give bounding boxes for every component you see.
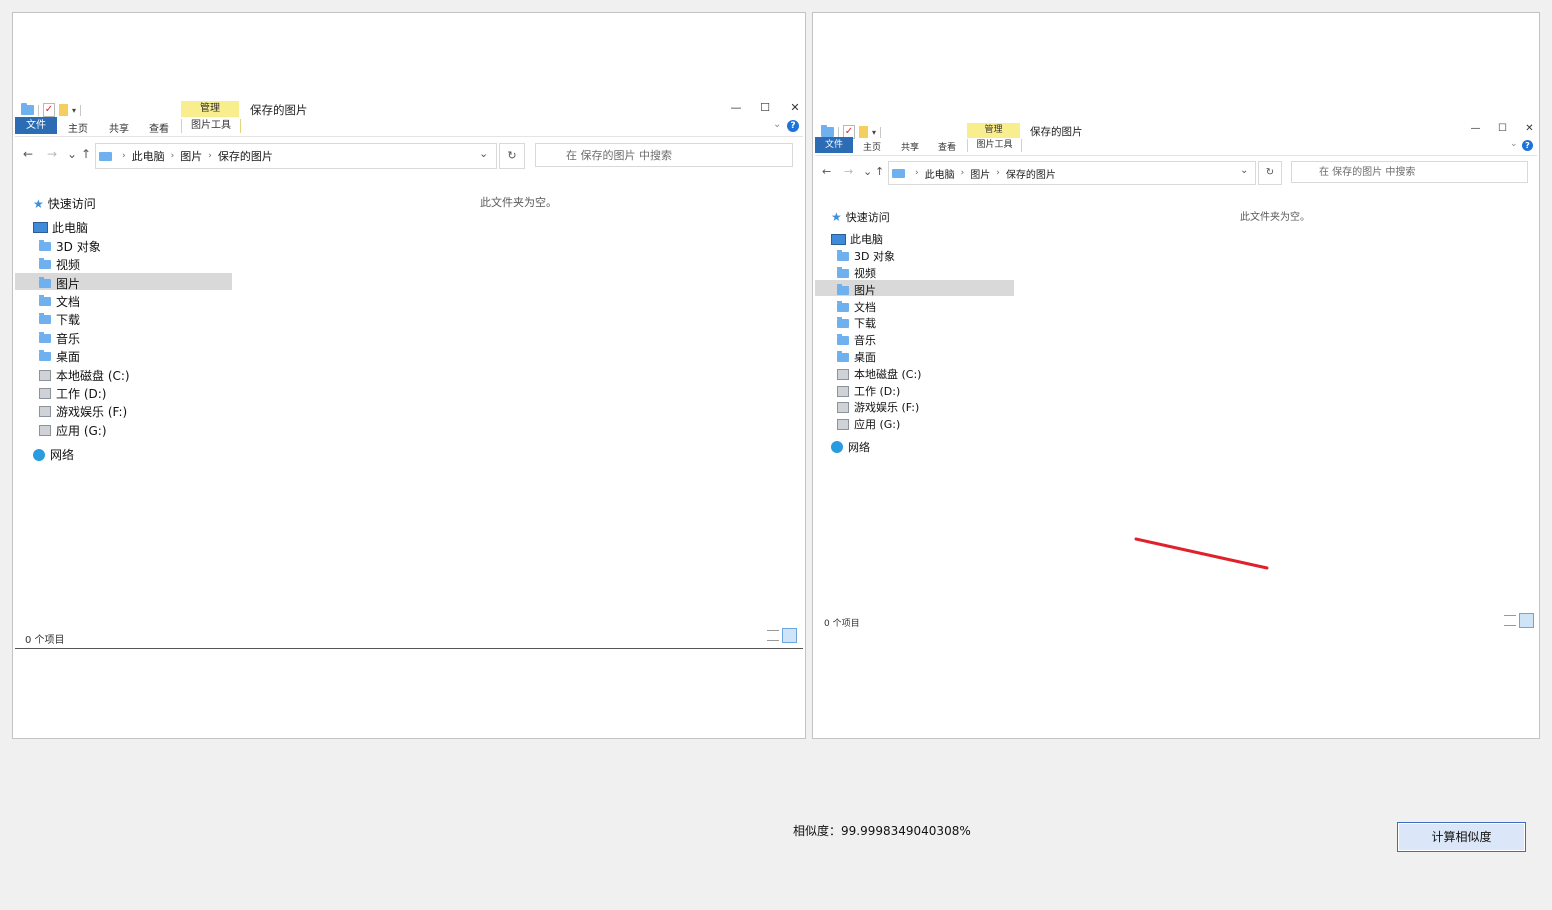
ribbon-context-label: 图片工具 bbox=[181, 119, 241, 133]
drive-icon bbox=[39, 425, 51, 436]
tree-item-label: 游戏娱乐 (F:) bbox=[56, 405, 128, 419]
quick-access-star-icon: ★ bbox=[33, 196, 44, 211]
folder-icon bbox=[39, 332, 51, 343]
tree-folder-item[interactable]: 3D 对象 bbox=[39, 238, 101, 255]
view-toggle bbox=[767, 628, 797, 643]
left-image-panel: ✓ ▾ 管理 图片工具 保存的图片 — ☐ ✕ 文件 主页 共享 查看 ⌄? ← → ⌄ ↑ › 此电脑 › 图片 › 保存… bbox=[12, 12, 806, 739]
tab-home[interactable]: 主页 bbox=[68, 120, 88, 135]
breadcrumb-item[interactable]: 保存的图片 bbox=[218, 148, 273, 164]
tree-item-label: 图片 bbox=[56, 277, 81, 291]
drive-icon bbox=[39, 388, 51, 399]
folder-icon bbox=[39, 258, 51, 269]
screen-root: { "windows": [ { "ribbon": { "context_ta… bbox=[0, 0, 1552, 910]
back-arrow-icon[interactable]: ← bbox=[23, 147, 33, 161]
breadcrumb-separator-icon: › bbox=[122, 151, 126, 161]
tree-drive-item[interactable]: 游戏娱乐 (F:) bbox=[39, 403, 127, 420]
breadcrumb-separator-icon: › bbox=[208, 151, 212, 161]
breadcrumb-item[interactable]: 图片 bbox=[180, 148, 202, 164]
tree-network[interactable]: 网络 bbox=[33, 446, 74, 463]
ribbon-context-tab-manage[interactable]: 管理 bbox=[181, 101, 239, 117]
refresh-button[interactable]: ↻ bbox=[499, 143, 525, 169]
empty-folder-message: 此文件夹为空。 bbox=[480, 196, 557, 209]
close-button[interactable]: ✕ bbox=[788, 101, 802, 114]
address-bar[interactable]: › 此电脑 › 图片 › 保存的图片 bbox=[95, 143, 497, 169]
tree-this-pc[interactable]: 此电脑 bbox=[33, 219, 88, 236]
tree-item-label: 下载 bbox=[56, 313, 81, 327]
right-image-panel: ✓ ▾ 管理 图片工具 保存的图片 — ☐ ✕ 文件 主页 共享 查看 ⌄? ← → ⌄ ↑ › 此电脑 › 图片 › 保存… bbox=[812, 12, 1540, 739]
similarity-result: 相似度：99.9998349040308% bbox=[793, 824, 971, 838]
tree-folder-item[interactable]: 音乐 bbox=[39, 330, 80, 347]
quick-access-toolbar: ✓ ▾ bbox=[21, 103, 82, 117]
address-dropdown-icon[interactable]: ⌄ bbox=[479, 147, 488, 160]
tree-item-label: 工作 (D:) bbox=[56, 387, 107, 401]
up-arrow-icon[interactable]: ↑ bbox=[81, 147, 91, 161]
tree-folder-item[interactable]: 视频 bbox=[39, 256, 80, 273]
ribbon-divider bbox=[15, 136, 803, 137]
tree-folder-item[interactable]: 桌面 bbox=[39, 348, 80, 365]
minimize-button[interactable]: — bbox=[729, 101, 743, 114]
tree-folder-item[interactable]: 图片 bbox=[39, 275, 80, 292]
folder-icon bbox=[39, 295, 51, 306]
forward-arrow-icon[interactable]: → bbox=[47, 147, 57, 161]
customize-toolbar-icon[interactable]: ▾ bbox=[72, 106, 76, 115]
tree-item-label: 视频 bbox=[56, 258, 81, 272]
window-bottom-border bbox=[15, 648, 803, 649]
search-input[interactable]: 在 保存的图片 中搜索 bbox=[535, 143, 793, 167]
tree-item-label: 网络 bbox=[50, 448, 75, 462]
annotation-stroke bbox=[1134, 537, 1269, 570]
tree-item-label: 3D 对象 bbox=[56, 240, 101, 254]
network-icon bbox=[33, 448, 45, 461]
new-folder-icon[interactable] bbox=[59, 104, 68, 116]
large-icons-view-icon[interactable] bbox=[782, 628, 797, 643]
tree-folder-item[interactable]: 下载 bbox=[39, 311, 80, 328]
window-title: 保存的图片 bbox=[250, 103, 308, 117]
toolbar-divider bbox=[80, 104, 82, 116]
ribbon-expand-chevron-icon[interactable]: ⌄ bbox=[773, 119, 781, 130]
red-annotation-line bbox=[1134, 537, 1269, 570]
tree-item-label: 快速访问 bbox=[47, 197, 96, 211]
tab-view[interactable]: 查看 bbox=[149, 120, 169, 135]
drive-icon bbox=[39, 370, 51, 381]
tree-item-label: 音乐 bbox=[56, 332, 81, 346]
folder-icon bbox=[39, 350, 51, 361]
tab-file[interactable]: 文件 bbox=[15, 117, 57, 134]
tree-drive-item[interactable]: 工作 (D:) bbox=[39, 385, 106, 402]
folder-icon[interactable] bbox=[21, 103, 34, 115]
properties-icon[interactable]: ✓ bbox=[43, 103, 55, 117]
tree-item-label: 本地磁盘 (C:) bbox=[56, 369, 130, 383]
tree-item-label: 此电脑 bbox=[52, 221, 89, 235]
computer-icon bbox=[33, 222, 48, 233]
tree-quick-access[interactable]: ★ 快速访问 bbox=[33, 195, 96, 212]
tree-item-label: 文档 bbox=[56, 295, 81, 309]
folder-icon bbox=[39, 277, 51, 288]
folder-icon bbox=[39, 313, 51, 324]
breadcrumb-separator-icon: › bbox=[170, 151, 175, 161]
status-item-count: 0 个项目 bbox=[25, 635, 65, 646]
address-folder-icon bbox=[99, 151, 112, 161]
tree-drive-item[interactable]: 应用 (G:) bbox=[39, 422, 107, 439]
recent-locations-chevron-icon[interactable]: ⌄ bbox=[67, 147, 77, 161]
compute-similarity-button[interactable]: 计算相似度 bbox=[1397, 822, 1526, 852]
drive-icon bbox=[39, 406, 51, 417]
tab-share[interactable]: 共享 bbox=[109, 120, 129, 135]
tree-folder-item[interactable]: 文档 bbox=[39, 293, 80, 310]
explorer-window: ✓ ▾ 管理 图片工具 保存的图片 — ☐ ✕ 文件 主页 共享 查看 ⌄? ← → ⌄ ↑ › 此电脑 › 图片 › 保存… bbox=[15, 99, 803, 649]
help-icon[interactable]: ? bbox=[787, 120, 799, 132]
toolbar-divider bbox=[38, 104, 39, 116]
breadcrumb-item[interactable]: 此电脑 bbox=[132, 148, 165, 164]
tree-item-label: 应用 (G:) bbox=[56, 424, 107, 438]
maximize-button[interactable]: ☐ bbox=[758, 101, 772, 114]
tree-item-label: 桌面 bbox=[56, 350, 81, 364]
tree-drive-item[interactable]: 本地磁盘 (C:) bbox=[39, 367, 130, 384]
details-view-icon[interactable] bbox=[767, 630, 779, 641]
folder-icon bbox=[39, 240, 51, 251]
